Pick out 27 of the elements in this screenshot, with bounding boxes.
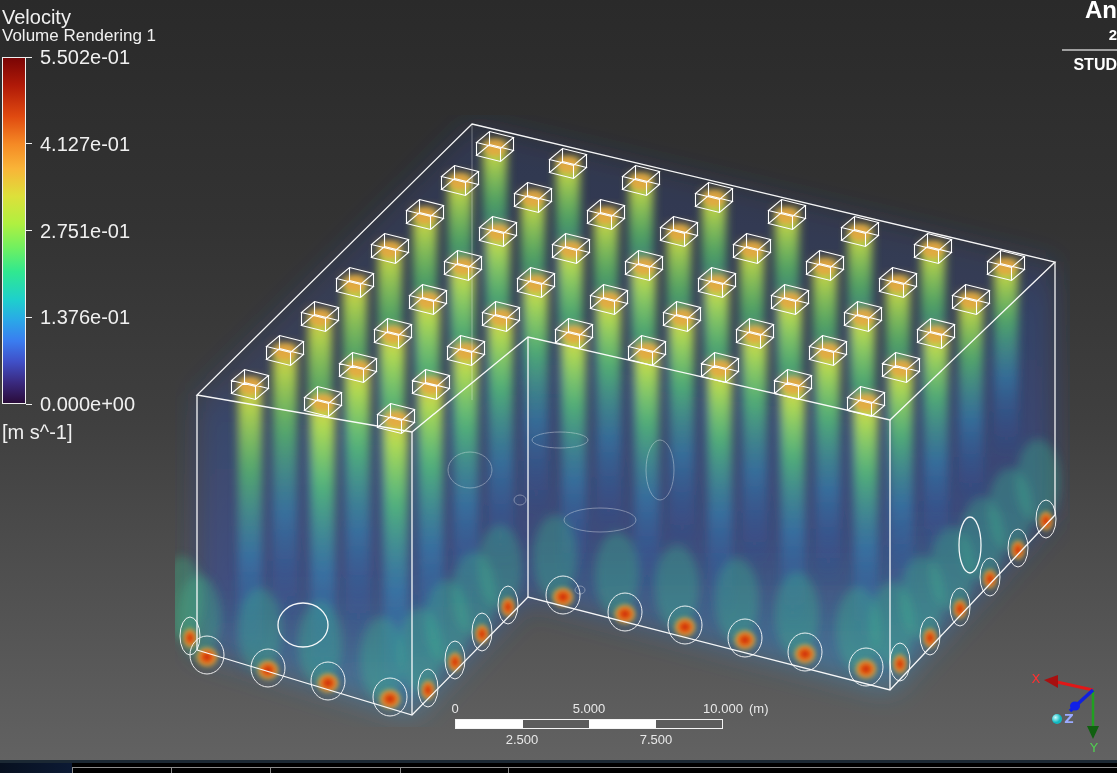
scale-label: 2.500 [505, 732, 539, 747]
scale-label: 7.500 [639, 732, 673, 747]
scale-label: 10.000 [703, 701, 743, 716]
legend-tick-label: 0.000e+00 [40, 393, 136, 415]
legend-tick-label: 2.751e-01 [40, 219, 131, 242]
scale-label: 0 [451, 701, 459, 716]
y-axis-arrow [1087, 690, 1099, 739]
x-axis-arrow [1044, 675, 1094, 692]
tab[interactable] [400, 767, 508, 773]
logo-text: An [1085, 0, 1117, 20]
legend-tick-label: 5.502e-01 [40, 46, 131, 68]
axis-label: X [1031, 671, 1041, 686]
z-axis-arrow [1068, 688, 1095, 713]
sphere-icon [1052, 714, 1062, 724]
tab[interactable] [508, 767, 1117, 773]
axis-label: Y [1090, 740, 1098, 755]
legend-units: [m s^-1] [2, 421, 74, 443]
version-text: 2 [1108, 27, 1117, 43]
edition-text: STUD [1073, 56, 1117, 74]
legend-tick-label: 4.127e-01 [40, 132, 131, 155]
scale-label: 5.000 [572, 701, 606, 716]
tab[interactable] [171, 767, 270, 773]
legend-tick-label: 1.376e-01 [40, 306, 131, 329]
scale-unit: (m) [749, 701, 769, 716]
tab[interactable] [270, 767, 400, 773]
tab[interactable] [72, 767, 171, 773]
axis-label: Z [1064, 711, 1074, 726]
